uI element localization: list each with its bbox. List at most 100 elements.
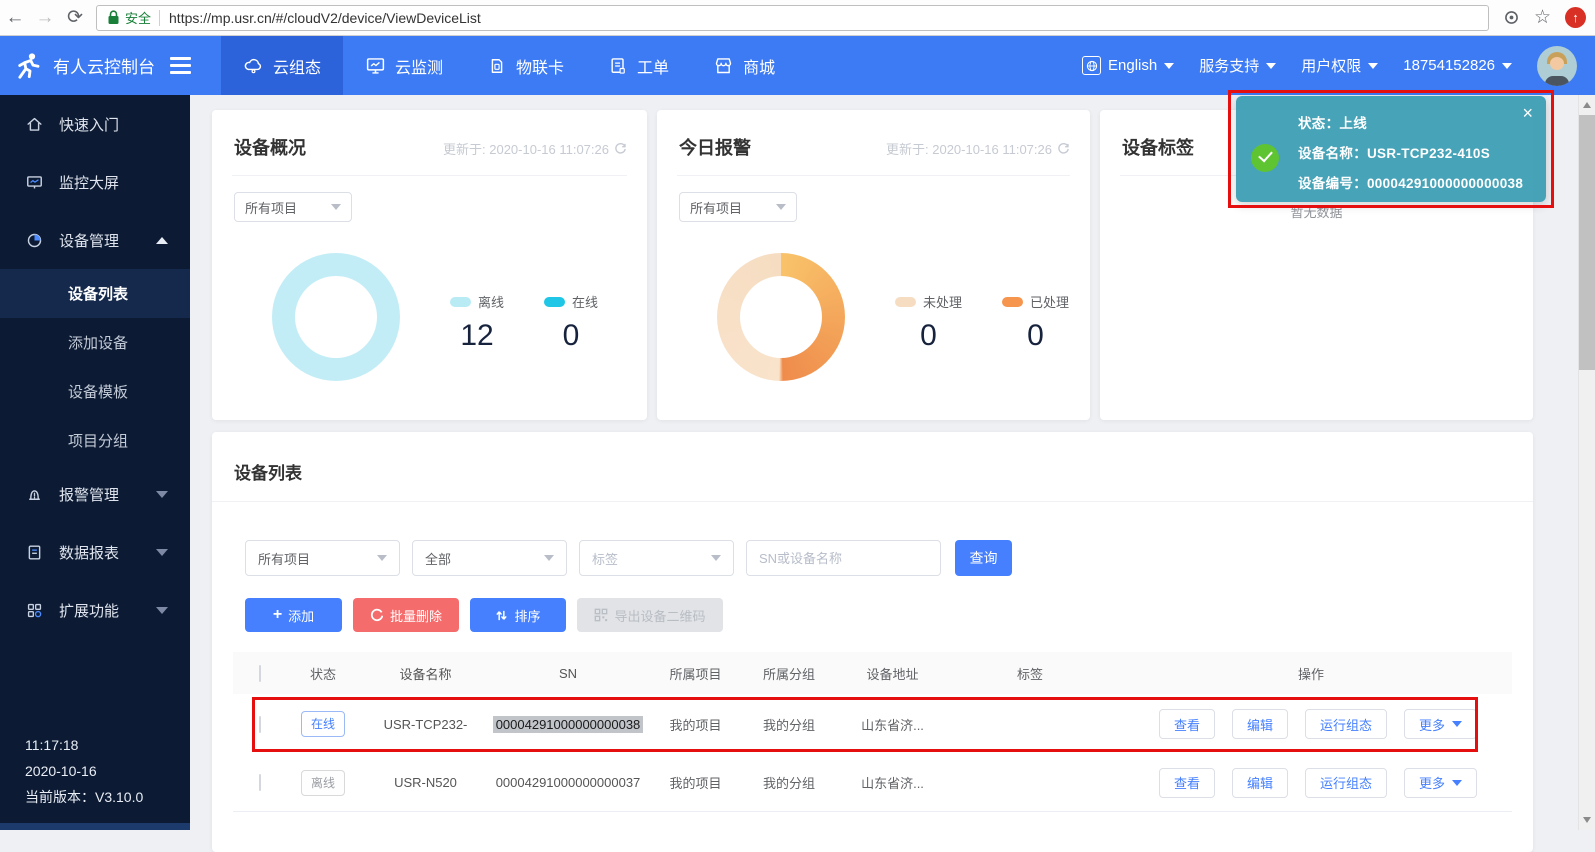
sidebar-subitem-project-group[interactable]: 项目分组 (0, 416, 190, 465)
avatar[interactable] (1537, 46, 1577, 86)
sort-button[interactable]: 排序 (470, 598, 566, 632)
hamburger-menu-icon[interactable] (170, 53, 191, 78)
status-badge[interactable]: 离线 (301, 770, 345, 796)
scrollbar-thumb[interactable] (1579, 115, 1595, 370)
chevron-down-icon (1266, 63, 1276, 69)
tag-filter-select[interactable]: 标签 (579, 540, 734, 576)
chevron-down-icon (377, 555, 387, 561)
button-label: 添加 (288, 606, 314, 625)
legend-item-offline: 离线 12 (450, 292, 504, 353)
legend-item-handled: 已处理 0 (1002, 292, 1069, 353)
run-scada-button[interactable]: 运行组态 (1305, 768, 1387, 798)
updated-text: 更新于: 2020-10-16 11:07:26 (443, 139, 609, 158)
card-title: 今日报警 (679, 134, 751, 160)
scroll-down-arrow[interactable] (1583, 817, 1591, 823)
view-button[interactable]: 查看 (1159, 709, 1215, 739)
address-bar[interactable]: 安全 https://mp.usr.cn/#/cloudV2/device/Vi… (96, 5, 1489, 31)
url-text[interactable]: https://mp.usr.cn/#/cloudV2/device/ViewD… (169, 10, 481, 26)
legend-value: 0 (563, 319, 580, 353)
row-checkbox[interactable] (259, 716, 261, 733)
status-filter-select[interactable]: 全部 (412, 540, 567, 576)
export-qr-button[interactable]: 导出设备二维码 (577, 598, 723, 632)
sidebar-item-alarm-management[interactable]: 报警管理 (0, 465, 190, 523)
reload-button[interactable]: ⟳ (60, 6, 90, 29)
row-actions: 查看 编辑 运行组态 更多 (1159, 768, 1512, 798)
tab-mall[interactable]: 商城 (691, 36, 797, 95)
row-checkbox[interactable] (259, 774, 261, 791)
chevron-down-icon (711, 555, 721, 561)
plus-icon (273, 606, 282, 624)
table-row: 离线 USR-N520 00004291000000000037 我的项目 我的… (233, 754, 1512, 812)
device-group: 我的分组 (743, 773, 835, 792)
status-badge[interactable]: 在线 (301, 711, 345, 737)
language-selector[interactable]: English (1082, 56, 1174, 75)
browser-update-icon[interactable]: ↑ (1565, 7, 1586, 28)
toast-device-id-line: 设备编号：00004291000000000038 (1298, 172, 1523, 192)
run-scada-button[interactable]: 运行组态 (1305, 709, 1387, 739)
select-placeholder: 标签 (592, 549, 618, 568)
legend-value: 12 (460, 319, 493, 353)
close-icon[interactable]: × (1522, 103, 1533, 124)
more-button[interactable]: 更多 (1404, 709, 1477, 739)
chevron-down-icon (1164, 63, 1174, 69)
lock-icon (107, 10, 120, 25)
permission-label: 用户权限 (1301, 55, 1361, 76)
select-all-checkbox[interactable] (259, 665, 261, 682)
edit-button[interactable]: 编辑 (1232, 709, 1288, 739)
column-actions: 操作 (1110, 664, 1512, 683)
usr-logo-icon[interactable] (13, 51, 43, 81)
query-button[interactable]: 查询 (955, 540, 1012, 576)
service-label: 服务支持 (1199, 55, 1259, 76)
project-filter-select[interactable]: 所有项目 (245, 540, 400, 576)
qr-code-icon (594, 608, 608, 622)
scroll-up-arrow[interactable] (1583, 102, 1591, 108)
forward-button[interactable]: → (30, 7, 60, 29)
toast-status-line: 状态：上线 (1298, 112, 1523, 132)
search-input[interactable] (759, 551, 928, 566)
project-filter-select[interactable]: 所有项目 (679, 192, 797, 222)
chevron-down-icon (544, 555, 554, 561)
account-menu[interactable]: 18754152826 (1403, 57, 1512, 74)
device-online-toast: 状态：上线 设备名称：USR-TCP232-410S 设备编号：00004291… (1236, 96, 1546, 202)
sidebar-subitem-device-template[interactable]: 设备模板 (0, 367, 190, 416)
sidebar-subitem-add-device[interactable]: 添加设备 (0, 318, 190, 367)
user-permission-menu[interactable]: 用户权限 (1301, 55, 1378, 76)
nav-tabs: 云组态 云监测 物联卡 工单 商城 (221, 36, 797, 95)
refresh-icon[interactable] (614, 142, 627, 155)
security-label: 安全 (125, 8, 151, 27)
table-row: 在线 USR-TCP232- 00004291000000000038 我的项目… (233, 694, 1512, 754)
sidebar-item-monitor-screen[interactable]: 监控大屏 (0, 153, 190, 211)
tab-cloud-monitor[interactable]: 云监测 (343, 36, 465, 95)
device-address: 山东省济... (835, 773, 950, 792)
reading-target-icon[interactable] (1503, 9, 1520, 26)
add-device-button[interactable]: 添加 (245, 598, 342, 632)
updated-timestamp: 更新于: 2020-10-16 11:07:26 (886, 139, 1070, 158)
more-button[interactable]: 更多 (1404, 768, 1477, 798)
edit-button[interactable]: 编辑 (1232, 768, 1288, 798)
batch-delete-button[interactable]: 批量删除 (353, 598, 459, 632)
page-scrollbar[interactable] (1578, 95, 1595, 830)
view-button[interactable]: 查看 (1159, 768, 1215, 798)
device-project: 我的项目 (648, 773, 743, 792)
nav-right: English 服务支持 用户权限 18754152826 (1082, 46, 1577, 86)
column-project: 所属项目 (648, 664, 743, 683)
sidebar-item-data-report[interactable]: 数据报表 (0, 523, 190, 581)
project-filter-select[interactable]: 所有项目 (234, 192, 352, 222)
tab-cloud-scada[interactable]: 云组态 (221, 36, 343, 95)
sidebar-item-extensions[interactable]: 扩展功能 (0, 581, 190, 639)
refresh-icon[interactable] (1057, 142, 1070, 155)
chevron-down-icon (156, 607, 168, 614)
refresh-c-icon (370, 608, 384, 622)
tab-iot-sim[interactable]: 物联卡 (465, 36, 586, 95)
service-support-menu[interactable]: 服务支持 (1199, 55, 1276, 76)
chevron-down-icon (1452, 780, 1462, 786)
tab-work-order[interactable]: 工单 (586, 36, 691, 95)
bookmark-star-icon[interactable]: ☆ (1534, 6, 1551, 29)
sidebar-subitem-device-list[interactable]: 设备列表 (0, 269, 190, 318)
column-name: 设备名称 (363, 664, 488, 683)
account-label: 18754152826 (1403, 57, 1495, 74)
extensions-grid-icon (25, 601, 44, 620)
sidebar-item-device-management[interactable]: 设备管理 (0, 211, 190, 269)
back-button[interactable]: ← (0, 7, 30, 29)
sidebar-item-quick-start[interactable]: 快速入门 (0, 95, 190, 153)
